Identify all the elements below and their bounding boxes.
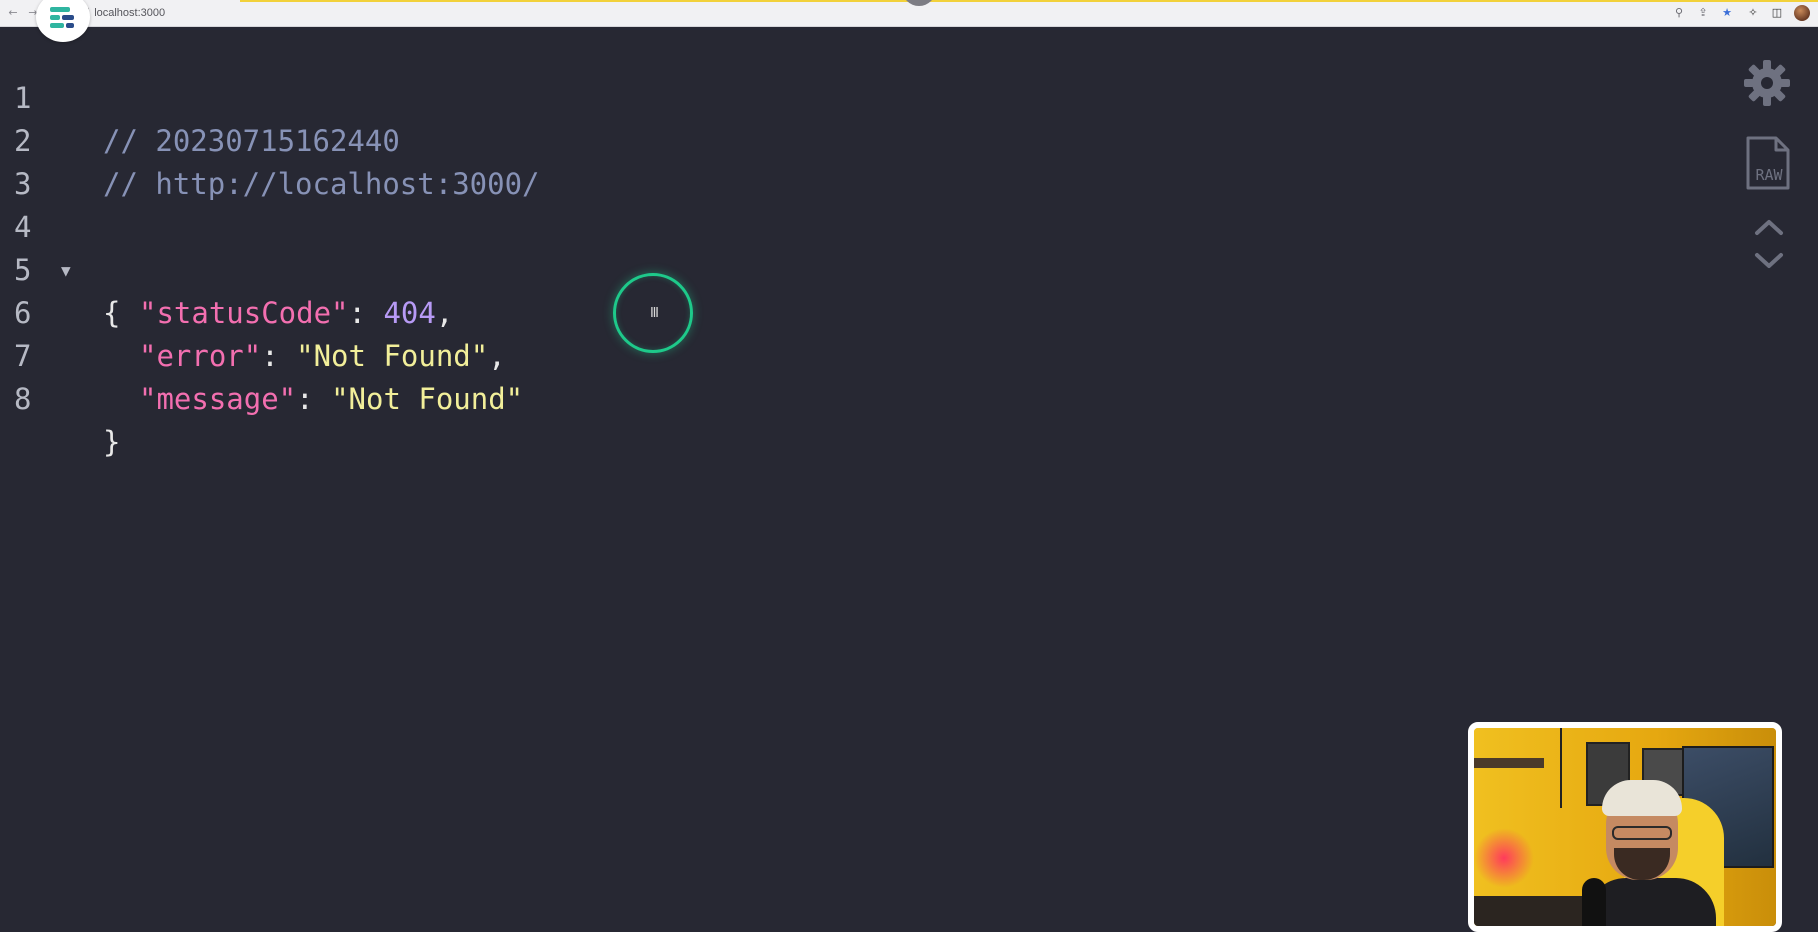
profile-avatar[interactable] — [1794, 5, 1810, 21]
chevron-down-icon[interactable] — [1754, 252, 1784, 270]
sidebar-icon[interactable]: ◫ — [1770, 6, 1784, 20]
raw-label: RAW — [1755, 166, 1783, 184]
code-line: 6 "error": "Not Found", — [0, 249, 1700, 373]
code-line: 7 "message": "Not Found" — [0, 292, 1700, 416]
raw-file-icon[interactable]: RAW — [1744, 134, 1792, 192]
browser-toolbar: ← → ℹlocalhost:3000 ⚲ ⇪ ★ ✧ ◫ — [0, 0, 1818, 27]
gear-icon[interactable] — [1742, 58, 1792, 108]
json-string-value: "Not Found" — [331, 382, 524, 416]
address-bar[interactable]: ℹlocalhost:3000 — [86, 5, 1726, 22]
zoom-icon[interactable]: ⚲ — [1672, 6, 1686, 20]
url-text: localhost:3000 — [94, 7, 166, 19]
share-icon[interactable]: ⇪ — [1696, 6, 1710, 20]
code-line: 2 // http://localhost:3000/ — [0, 77, 1700, 201]
line-number: 8 — [14, 382, 32, 416]
code-line: 8 } — [0, 335, 1700, 459]
close-brace: } — [103, 425, 121, 459]
back-icon[interactable]: ← — [6, 6, 20, 20]
extensions-icon[interactable]: ✧ — [1746, 6, 1760, 20]
bookmark-star-icon[interactable]: ★ — [1720, 6, 1734, 20]
text-cursor-icon: Ⅲ — [650, 306, 659, 321]
chevron-up-icon[interactable] — [1754, 218, 1784, 236]
code-line: 5 "statusCode": 404, — [0, 206, 1700, 330]
code-line: 4 ▼ { — [0, 163, 1700, 330]
code-line: 3 — [0, 120, 1700, 201]
json-key: "message" — [139, 382, 297, 416]
page-load-indicator — [240, 0, 1818, 2]
json-colon: : — [296, 382, 332, 416]
webcam-overlay — [1468, 722, 1782, 932]
code-line: 1 // 20230715162440 — [0, 34, 1700, 158]
